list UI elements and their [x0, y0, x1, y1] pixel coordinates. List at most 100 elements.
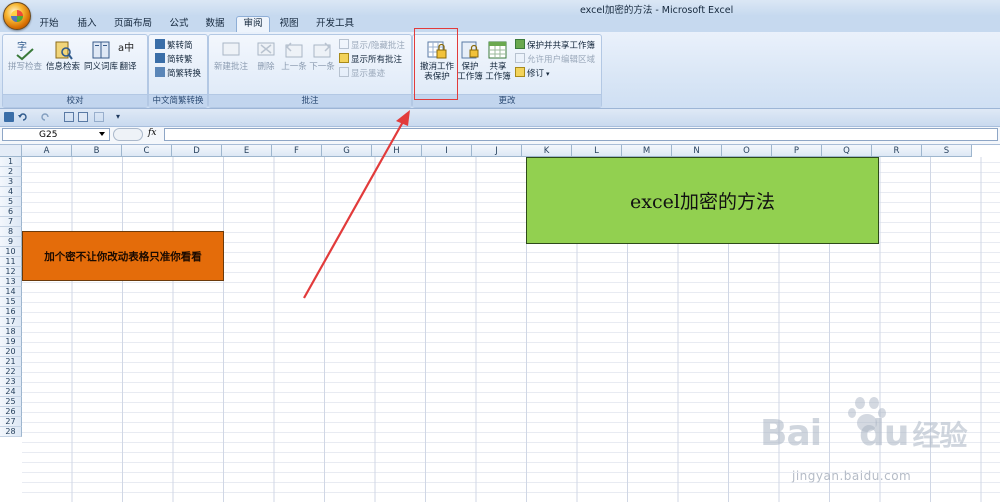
tab-formulas[interactable]: 公式	[162, 17, 196, 31]
tab-page-layout[interactable]: 页面布局	[108, 17, 158, 31]
row-header-2[interactable]: 2	[0, 167, 22, 177]
simplified-to-traditional-button[interactable]: 简转繁	[155, 53, 193, 65]
row-header-4[interactable]: 4	[0, 187, 22, 197]
customize-qat-icon[interactable]: ▾	[116, 112, 126, 122]
row-header-19[interactable]: 19	[0, 337, 22, 347]
tab-insert[interactable]: 插入	[70, 17, 104, 31]
column-header-O[interactable]: O	[722, 145, 772, 157]
column-header-G[interactable]: G	[322, 145, 372, 157]
row-header-25[interactable]: 25	[0, 397, 22, 407]
tab-review[interactable]: 审阅	[236, 16, 270, 33]
green-shape-text[interactable]: excel加密的方法	[526, 157, 879, 244]
column-header-H[interactable]: H	[372, 145, 422, 157]
column-header-C[interactable]: C	[122, 145, 172, 157]
row-header-16[interactable]: 16	[0, 307, 22, 317]
row-header-12[interactable]: 12	[0, 267, 22, 277]
thesaurus-book-icon	[92, 41, 110, 59]
column-header-B[interactable]: B	[72, 145, 122, 157]
show-hide-comment-button[interactable]: 显示/隐藏批注	[339, 39, 405, 51]
row-header-20[interactable]: 20	[0, 347, 22, 357]
row-header-8[interactable]: 8	[0, 227, 22, 237]
row-header-11[interactable]: 11	[0, 257, 22, 267]
row-header-9[interactable]: 9	[0, 237, 22, 247]
save-icon[interactable]	[4, 112, 14, 122]
research-button[interactable]: 信息检索	[43, 39, 83, 87]
row-header-15[interactable]: 15	[0, 297, 22, 307]
tab-data[interactable]: 数据	[198, 17, 232, 31]
translate-button[interactable]: a中 翻译	[113, 39, 143, 87]
track-changes-icon	[515, 67, 525, 77]
row-header-18[interactable]: 18	[0, 327, 22, 337]
row-header-26[interactable]: 26	[0, 407, 22, 417]
formula-expand-icon[interactable]	[113, 128, 143, 141]
row-header-24[interactable]: 24	[0, 387, 22, 397]
traditional-to-simplified-button[interactable]: 繁转简	[155, 39, 193, 51]
column-header-E[interactable]: E	[222, 145, 272, 157]
show-ink-button[interactable]: 显示墨迹	[339, 67, 385, 79]
spell-check-button[interactable]: 字 拼写检查	[5, 39, 45, 87]
print-preview-icon[interactable]	[64, 112, 74, 122]
undo-icon[interactable]	[18, 112, 28, 122]
row-header-17[interactable]: 17	[0, 317, 22, 327]
column-header-F[interactable]: F	[272, 145, 322, 157]
prev-comment-button[interactable]: 上一条	[279, 39, 309, 87]
row-header-27[interactable]: 27	[0, 417, 22, 427]
row-header-6[interactable]: 6	[0, 207, 22, 217]
column-header-K[interactable]: K	[522, 145, 572, 157]
new-comment-icon	[222, 42, 240, 56]
column-header-I[interactable]: I	[422, 145, 472, 157]
row-header-23[interactable]: 23	[0, 377, 22, 387]
column-header-D[interactable]: D	[172, 145, 222, 157]
name-box[interactable]: G25	[2, 128, 110, 141]
chinese-convert-button[interactable]: 简繁转换	[155, 67, 201, 79]
select-all-corner[interactable]	[0, 145, 22, 157]
column-header-J[interactable]: J	[472, 145, 522, 157]
window-title: excel加密的方法 - Microsoft Excel	[580, 5, 734, 16]
column-header-N[interactable]: N	[672, 145, 722, 157]
row-header-10[interactable]: 10	[0, 247, 22, 257]
new-comment-button[interactable]: 新建批注	[211, 39, 251, 87]
track-changes-button[interactable]: 修订 ▾	[515, 67, 550, 79]
row-header-21[interactable]: 21	[0, 357, 22, 367]
next-comment-icon	[313, 42, 331, 58]
row-header-28[interactable]: 28	[0, 427, 22, 437]
show-all-comments-button[interactable]: 显示所有批注	[339, 53, 402, 65]
share-workbook-label-1: 共享	[489, 62, 507, 72]
research-label: 信息检索	[45, 62, 80, 72]
protect-share-workbook-button[interactable]: 保护并共享工作簿	[515, 39, 595, 51]
column-header-P[interactable]: P	[772, 145, 822, 157]
formula-input[interactable]	[164, 128, 998, 141]
share-workbook-button[interactable]: 共享 工作簿	[483, 39, 513, 87]
insert-function-icon[interactable]: fx	[148, 128, 156, 138]
column-header-S[interactable]: S	[922, 145, 972, 157]
page-layout-icon[interactable]	[78, 112, 88, 122]
column-header-Q[interactable]: Q	[822, 145, 872, 157]
row-header-5[interactable]: 5	[0, 197, 22, 207]
row-header-13[interactable]: 13	[0, 277, 22, 287]
row-header-1[interactable]: 1	[0, 157, 22, 167]
orange-shape-text[interactable]: 加个密不让你改动表格只准你看看	[22, 231, 224, 281]
tab-developer[interactable]: 开发工具	[310, 17, 360, 31]
allow-edit-ranges-button[interactable]: 允许用户编辑区域	[515, 53, 595, 65]
column-header-L[interactable]: L	[572, 145, 622, 157]
protect-workbook-button[interactable]: 保护 工作簿	[455, 39, 485, 87]
next-comment-button[interactable]: 下一条	[307, 39, 337, 87]
column-header-M[interactable]: M	[622, 145, 672, 157]
delete-comment-button[interactable]: 删除	[251, 39, 281, 87]
column-header-R[interactable]: R	[872, 145, 922, 157]
unprotect-sheet-button[interactable]: 撤消工作 表保护	[417, 39, 457, 87]
track-changes-dropdown-icon[interactable]: ▾	[546, 70, 550, 78]
quick-access-toolbar: ▾	[0, 109, 1000, 127]
row-header-14[interactable]: 14	[0, 287, 22, 297]
sort-icon[interactable]	[94, 112, 104, 122]
tab-view[interactable]: 视图	[272, 17, 306, 31]
row-header-7[interactable]: 7	[0, 217, 22, 227]
column-header-A[interactable]: A	[22, 145, 72, 157]
row-header-3[interactable]: 3	[0, 177, 22, 187]
worksheet-grid[interactable]: ABCDEFGHIJKLMNOPQRS 1 2 3 4 5 6 7 8 9 10 11 12 13 14 1…	[0, 145, 1000, 502]
name-box-dropdown-icon[interactable]	[99, 132, 105, 136]
tab-home[interactable]: 开始	[32, 17, 66, 31]
redo-icon[interactable]	[40, 112, 50, 122]
office-button-icon[interactable]	[3, 2, 31, 30]
row-header-22[interactable]: 22	[0, 367, 22, 377]
